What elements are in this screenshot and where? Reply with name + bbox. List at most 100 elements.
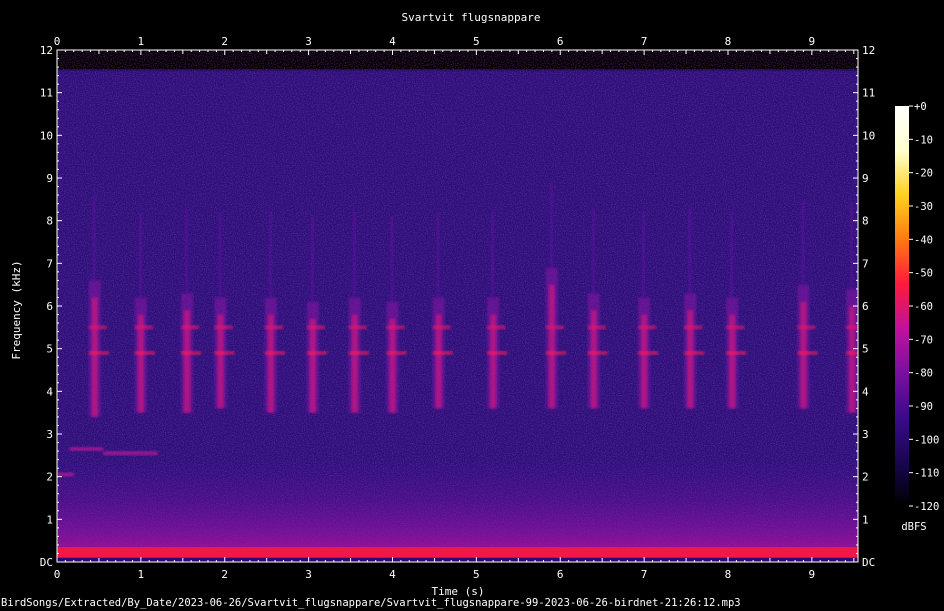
- colorbar-tick-label: -60: [914, 301, 933, 313]
- colorbar-tick-label: -90: [914, 401, 933, 413]
- source-file-path: BirdSongs/Extracted/By_Date/2023-06-26/S…: [1, 597, 741, 609]
- x-bottom-label: 5: [473, 568, 480, 581]
- y-left-label: 8: [46, 215, 53, 228]
- y-left-label: 10: [40, 129, 53, 142]
- y-left-label: 11: [40, 87, 53, 100]
- x-bottom-label: 2: [221, 568, 228, 581]
- colorbar-gradient: [895, 106, 909, 506]
- colorbar-tick-label: +0: [914, 101, 927, 113]
- x-top-label: 6: [557, 35, 564, 48]
- x-top-label: 0: [54, 35, 61, 48]
- song-element-core: [91, 297, 98, 417]
- y-right-label: 10: [862, 129, 875, 142]
- song-element-tail: [218, 212, 222, 298]
- song-element-harmonic: [726, 350, 747, 355]
- colorbar-tick-label: -30: [914, 201, 933, 213]
- y-left-label: 9: [46, 172, 53, 185]
- song-element-tail: [591, 207, 595, 294]
- x-top-label: 1: [138, 35, 145, 48]
- song-element-harmonic: [181, 325, 200, 330]
- song-element-tail: [352, 212, 356, 298]
- x-bottom-label: 6: [557, 568, 564, 581]
- colorbar-tick-label: -70: [914, 334, 933, 346]
- song-element-harmonic: [386, 325, 405, 330]
- song-element-tail: [92, 195, 96, 281]
- song-element-tail: [730, 212, 734, 298]
- y-right-label: 7: [862, 257, 869, 270]
- y-right-label: 11: [862, 87, 875, 100]
- song-element-tail: [801, 199, 805, 285]
- song-element-harmonic: [587, 350, 608, 355]
- song-element-tail: [185, 207, 189, 294]
- song-element-harmonic: [214, 350, 235, 355]
- song-element-tail: [310, 216, 314, 302]
- colorbar-label: dBFS: [901, 521, 926, 533]
- y-left-label: DC: [40, 556, 53, 569]
- colorbar-tick-label: -120: [914, 501, 939, 513]
- colorbar-tick-label: -50: [914, 268, 933, 280]
- colorbar-tick-label: -80: [914, 368, 933, 380]
- y-left-label: 12: [40, 44, 53, 57]
- x-top-label: 8: [725, 35, 732, 48]
- y-left-label: 5: [46, 343, 53, 356]
- song-element-harmonic: [386, 350, 407, 355]
- song-element-core: [548, 284, 555, 409]
- song-element-harmonic: [684, 350, 705, 355]
- y-left-label: 2: [46, 471, 53, 484]
- song-element-harmonic: [181, 350, 202, 355]
- colorbar: +0 -10 -20 -30 -40 -50 -60 -70 -80 -90 -100 -110 -12…: [895, 101, 939, 513]
- song-element-tail: [642, 212, 646, 298]
- x-top-label: 5: [473, 35, 480, 48]
- x-top-label: 7: [641, 35, 648, 48]
- y-right-label: 5: [862, 343, 869, 356]
- y-axis-label: Frequency (kHz): [10, 260, 23, 359]
- x-top-label: 3: [305, 35, 312, 48]
- song-element-harmonic: [846, 325, 858, 330]
- song-element-core: [590, 310, 597, 409]
- colorbar-tick-label: -20: [914, 168, 933, 180]
- y-right-label: 2: [862, 471, 869, 484]
- y-right-label: 12: [862, 44, 875, 57]
- y-right-label: 1: [862, 513, 869, 526]
- song-element-harmonic: [638, 350, 659, 355]
- y-left-label: 7: [46, 257, 53, 270]
- x-bottom-label: 0: [54, 568, 61, 581]
- song-element-core: [687, 310, 694, 409]
- colorbar-tick-label: -10: [914, 134, 933, 146]
- song-element-harmonic: [306, 325, 325, 330]
- song-element-harmonic: [348, 325, 367, 330]
- song-element-harmonic: [214, 325, 233, 330]
- song-element-tail: [436, 212, 440, 298]
- dc-band: [57, 547, 858, 558]
- song-element-harmonic: [432, 325, 451, 330]
- song-element-harmonic: [306, 350, 327, 355]
- song-element-core: [309, 318, 316, 413]
- song-element-core: [389, 318, 396, 413]
- colorbar-tick-label: -40: [914, 234, 933, 246]
- song-element-harmonic: [88, 325, 107, 330]
- plot-area: [57, 50, 858, 562]
- song-element-harmonic: [432, 350, 453, 355]
- song-element-harmonic: [797, 350, 818, 355]
- x-bottom-label: 8: [725, 568, 732, 581]
- song-element-harmonic: [348, 350, 369, 355]
- song-element-core: [800, 301, 807, 409]
- low-tone-mark: [103, 451, 158, 456]
- song-element-tail: [549, 182, 553, 268]
- chart-title: Svartvit flugsnappare: [401, 11, 540, 24]
- song-element-harmonic: [134, 350, 155, 355]
- y-left-label: 4: [46, 385, 53, 398]
- song-element-harmonic: [797, 325, 816, 330]
- song-element-tail: [268, 212, 272, 298]
- x-bottom-label: 4: [389, 568, 396, 581]
- spectrogram-chart: Svartvit flugsnappare 0123456789 0123456…: [10, 11, 939, 598]
- song-element-tail: [491, 212, 495, 298]
- song-element-tail: [390, 216, 394, 302]
- y-left-label: 3: [46, 428, 53, 441]
- y-right-label: 8: [862, 215, 869, 228]
- x-top-label: 9: [809, 35, 816, 48]
- x-top-label: 4: [389, 35, 396, 48]
- x-bottom-label: 7: [641, 568, 648, 581]
- song-element-harmonic: [684, 325, 703, 330]
- colorbar-tick-label: -100: [914, 434, 939, 446]
